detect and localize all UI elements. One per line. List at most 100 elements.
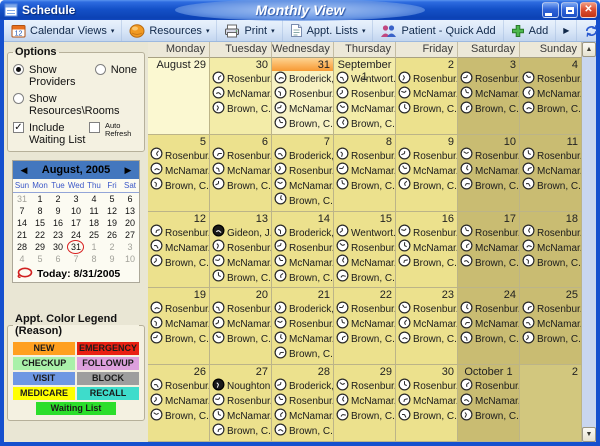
mini-calendar-day-cell[interactable]: 7 <box>67 253 85 265</box>
appointment-item[interactable]: Brown, C... <box>334 179 395 194</box>
appointment-item[interactable]: Brown, C... <box>520 332 581 347</box>
appointment-item[interactable]: Brown, C... <box>396 409 457 424</box>
close-button[interactable]: ✕ <box>580 2 597 18</box>
day-cell[interactable]: 27Noughton...Rosenbur...McNamar...Brown,… <box>210 365 272 442</box>
day-cell[interactable]: 3Rosenbur...McNamar...Brown, C... <box>458 58 520 135</box>
appointment-item[interactable]: Brown, C... <box>520 102 581 117</box>
mini-calendar-day-cell[interactable]: 3 <box>67 193 85 205</box>
appointment-item[interactable]: Brown, C... <box>148 409 209 424</box>
mini-calendar-day-cell[interactable]: 23 <box>49 229 67 241</box>
day-cell[interactable]: 10Rosenbur...McNamar...Brown, C... <box>458 135 520 212</box>
appointment-item[interactable]: Brown, C... <box>210 424 271 439</box>
appointment-item[interactable]: Brown, C... <box>334 271 395 286</box>
appointment-item[interactable]: Brown, C... <box>458 179 519 194</box>
radio-show-resources-rooms[interactable]: Show Resources\Rooms <box>13 93 139 117</box>
appointment-item[interactable]: Brown, C... <box>396 332 457 347</box>
appointment-item[interactable]: Brown, C... <box>396 256 457 271</box>
mini-calendar-day-cell[interactable]: 25 <box>85 229 103 241</box>
checkbox-auto-refresh[interactable]: Auto Refresh <box>89 122 139 138</box>
mini-calendar-day-cell[interactable]: 26 <box>103 229 121 241</box>
mini-calendar-day-cell[interactable]: 8 <box>85 253 103 265</box>
appointment-item[interactable]: Brown, C... <box>210 332 271 347</box>
mini-calendar-day-cell[interactable]: 10 <box>67 205 85 217</box>
mini-calendar-day-cell[interactable]: 9 <box>49 205 67 217</box>
day-cell[interactable]: 26Rosenbur...McNamar...Brown, C... <box>148 365 210 442</box>
mini-calendar-day-cell[interactable]: 2 <box>49 193 67 205</box>
mini-calendar-day-cell[interactable]: 6 <box>121 193 139 205</box>
day-cell[interactable]: October 1Rosenbur...McNamar...Brown, C..… <box>458 365 520 442</box>
appointment-item[interactable]: Brown, C... <box>148 332 209 347</box>
appointment-item[interactable]: Brown, C... <box>272 271 333 286</box>
scroll-down-button[interactable]: ▼ <box>582 427 596 442</box>
day-cell[interactable]: 2 <box>520 365 582 442</box>
mini-calendar-day-cell[interactable]: 18 <box>85 217 103 229</box>
appointment-item[interactable]: Brown, C... <box>272 424 333 439</box>
day-cell[interactable]: 16Rosenbur...McNamar...Brown, C... <box>396 212 458 289</box>
day-cell[interactable]: 24Rosenbur...McNamar...Brown, C... <box>458 288 520 365</box>
mini-calendar-day-cell[interactable]: 5 <box>31 253 49 265</box>
day-cell[interactable]: 8Rosenbur...McNamar...Brown, C... <box>334 135 396 212</box>
day-cell[interactable]: August 29 <box>148 58 210 135</box>
day-cell[interactable]: 4Rosenbur...McNamar...Brown, C... <box>520 58 582 135</box>
vertical-scrollbar[interactable]: ▲ ▼ <box>582 42 596 442</box>
toolbar-add[interactable]: Add <box>504 20 557 41</box>
mini-calendar-day-cell[interactable]: 16 <box>49 217 67 229</box>
mini-calendar-day-cell[interactable]: 4 <box>13 253 31 265</box>
radio-show-providers[interactable]: Show Providers <box>13 64 95 88</box>
appointment-item[interactable]: Brown, C... <box>458 409 519 424</box>
day-cell[interactable]: 19Rosenbur...McNamar...Brown, C... <box>148 288 210 365</box>
day-cell[interactable]: 30Rosenbur...McNamar...Brown, C... <box>396 365 458 442</box>
mini-calendar-day-cell[interactable]: 9 <box>103 253 121 265</box>
appointment-item[interactable]: Brown, C... <box>334 409 395 424</box>
mini-calendar-day-cell[interactable]: 27 <box>121 229 139 241</box>
appointment-item[interactable]: Brown, C... <box>458 102 519 117</box>
today-indicator[interactable]: Today: 8/31/2005 <box>13 265 139 282</box>
mini-calendar-day-cell[interactable]: 6 <box>49 253 67 265</box>
appointment-item[interactable]: Brown, C... <box>334 117 395 132</box>
day-cell[interactable]: 28Broderick,...Rosenbur...McNamar...Brow… <box>272 365 334 442</box>
toolbar-patient-quick-add[interactable]: Patient - Quick Add <box>373 20 503 41</box>
mini-calendar-day-cell[interactable]: 30 <box>49 241 67 253</box>
day-cell[interactable]: 14Broderick,...Rosenbur...McNamar...Brow… <box>272 212 334 289</box>
day-cell[interactable]: 7Broderick,...Rosenbur...McNamar...Brown… <box>272 135 334 212</box>
day-cell[interactable]: 9Rosenbur...McNamar...Brown, C... <box>396 135 458 212</box>
day-cell[interactable]: 18Rosenbur...McNamar...Brown, C... <box>520 212 582 289</box>
mini-calendar-day-cell[interactable]: 1 <box>31 193 49 205</box>
scroll-up-button[interactable]: ▲ <box>582 42 596 57</box>
next-month-button[interactable]: ▶ <box>121 165 135 176</box>
day-cell[interactable]: 12Rosenbur...McNamar...Brown, C... <box>148 212 210 289</box>
mini-calendar-day-cell[interactable]: 3 <box>121 241 139 253</box>
mini-calendar-day-cell[interactable]: 14 <box>13 217 31 229</box>
appointment-item[interactable]: Brown, C... <box>272 194 333 209</box>
scrollbar-track[interactable] <box>582 57 596 427</box>
day-cell[interactable]: 25Rosenbur...McNamar...Brown, C... <box>520 288 582 365</box>
mini-calendar-day-cell[interactable]: 21 <box>13 229 31 241</box>
appointment-item[interactable]: Brown, C... <box>210 102 271 117</box>
appointment-item[interactable]: Brown, C... <box>210 271 271 286</box>
appointment-item[interactable]: Brown, C... <box>396 179 457 194</box>
mini-calendar-day-cell[interactable]: 19 <box>103 217 121 229</box>
day-cell[interactable]: 29Rosenbur...McNamar...Brown, C... <box>334 365 396 442</box>
mini-calendar-day-cell[interactable]: 29 <box>31 241 49 253</box>
mini-calendar-day-cell[interactable]: 4 <box>85 193 103 205</box>
appointment-item[interactable]: Brown, C... <box>520 256 581 271</box>
appointment-item[interactable]: Brown, C... <box>520 179 581 194</box>
toolbar-refresh[interactable]: Refresh <box>577 20 600 41</box>
day-cell[interactable]: 6Rosenbur...McNamar...Brown, C... <box>210 135 272 212</box>
appointment-item[interactable]: Brown, C... <box>148 256 209 271</box>
mini-calendar-today-cell[interactable]: 31 <box>67 241 85 253</box>
toolbar-expand[interactable]: ▶ <box>556 20 577 41</box>
appointment-item[interactable]: Brown, C... <box>458 256 519 271</box>
prev-month-button[interactable]: ◀ <box>17 165 31 176</box>
day-cell[interactable]: 21Broderick,...Rosenbur...McNamar...Brow… <box>272 288 334 365</box>
mini-calendar-day-cell[interactable]: 31 <box>13 193 31 205</box>
day-cell[interactable]: 20Rosenbur...McNamar...Brown, C... <box>210 288 272 365</box>
mini-calendar-day-cell[interactable]: 28 <box>13 241 31 253</box>
mini-calendar-day-cell[interactable]: 12 <box>103 205 121 217</box>
day-cell[interactable]: 13Gideon, J...Rosenbur...McNamar...Brown… <box>210 212 272 289</box>
mini-calendar-day-cell[interactable]: 13 <box>121 205 139 217</box>
mini-calendar-day-cell[interactable]: 15 <box>31 217 49 229</box>
mini-calendar-day-cell[interactable]: 10 <box>121 253 139 265</box>
appointment-item[interactable]: Brown, C... <box>272 347 333 362</box>
mini-calendar-day-cell[interactable]: 17 <box>67 217 85 229</box>
